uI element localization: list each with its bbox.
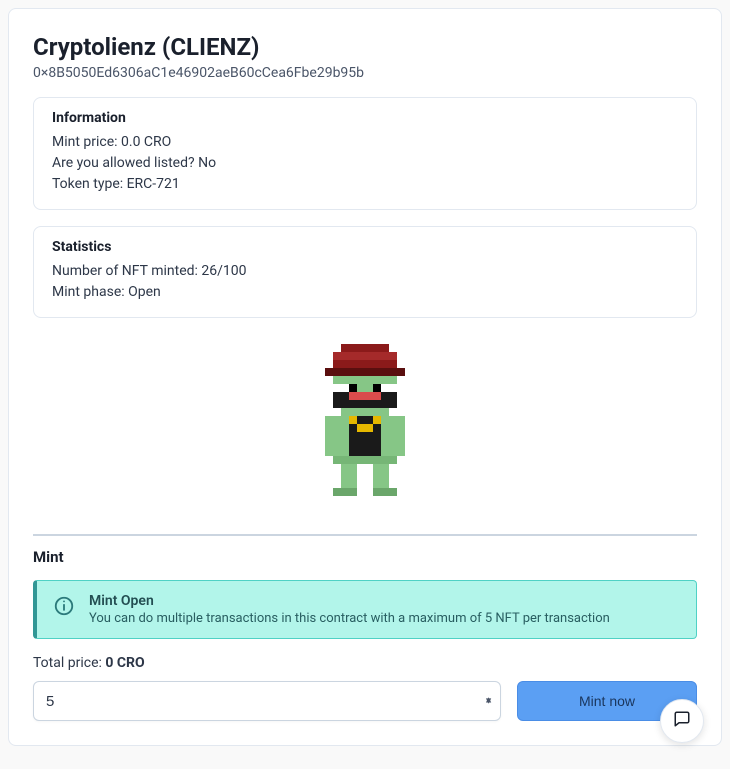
statistics-heading: Statistics	[52, 239, 678, 255]
nft-preview-image	[33, 334, 697, 534]
chat-fab-button[interactable]	[660, 699, 704, 743]
token-type-line: Token type: ERC-721	[52, 174, 678, 195]
divider	[33, 534, 697, 536]
allowed-line: Are you allowed listed? No	[52, 153, 678, 174]
mint-section-heading: Mint	[33, 548, 697, 566]
alert-description: You can do multiple transactions in this…	[89, 611, 610, 626]
page-title: Cryptolienz (CLIENZ)	[33, 33, 697, 61]
statistics-panel: Statistics Number of NFT minted: 26/100 …	[33, 226, 697, 318]
total-price-line: Total price: 0 CRO	[33, 655, 697, 671]
total-price-label: Total price:	[33, 655, 102, 671]
total-price-value: 0 CRO	[105, 655, 144, 671]
info-icon	[53, 595, 75, 617]
contract-address: 0×8B5050Ed6306aC1e46902aeB60cCea6Fbe29b9…	[33, 65, 697, 81]
mint-phase-line: Mint phase: Open	[52, 282, 678, 303]
chat-icon	[673, 710, 691, 732]
minted-count-line: Number of NFT minted: 26/100	[52, 261, 678, 282]
mint-open-alert: Mint Open You can do multiple transactio…	[33, 580, 697, 639]
information-panel: Information Mint price: 0.0 CRO Are you …	[33, 97, 697, 210]
mint-price-line: Mint price: 0.0 CRO	[52, 132, 678, 153]
alert-title: Mint Open	[89, 593, 610, 609]
quantity-input[interactable]	[33, 681, 501, 721]
quantity-stepper[interactable]: ▲ ▼	[33, 681, 501, 721]
information-heading: Information	[52, 110, 678, 126]
